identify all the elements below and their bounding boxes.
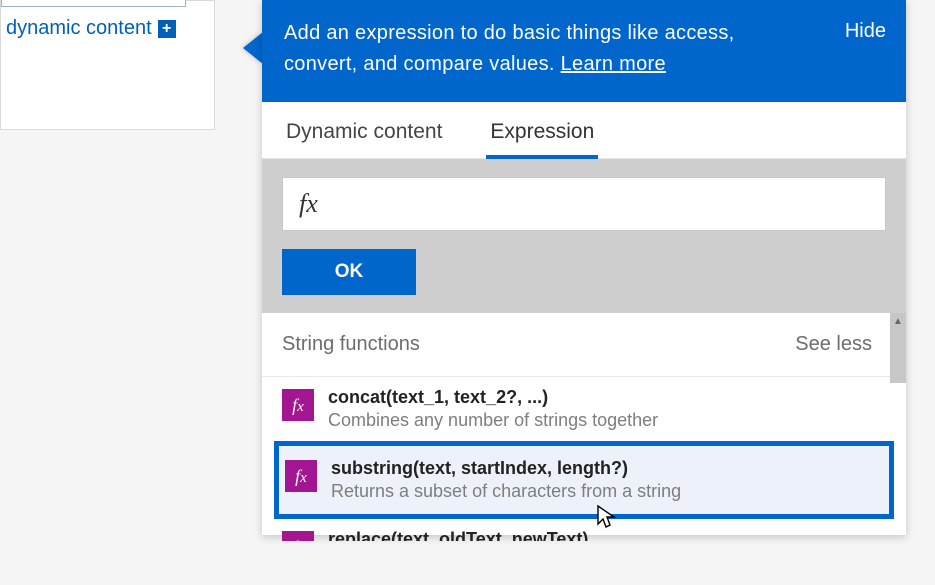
see-less-link[interactable]: See less: [795, 333, 872, 356]
function-description: Combines any number of strings together: [328, 410, 658, 431]
function-item-concat[interactable]: fx concat(text_1, text_2?, ...) Combines…: [278, 377, 890, 441]
dynamic-content-label: dynamic content: [6, 17, 152, 40]
functions-section: ▲ String functions See less fx concat(te…: [262, 313, 906, 541]
tabs: Dynamic content Expression: [262, 102, 906, 159]
flyout-header: Add an expression to do basic things lik…: [262, 0, 906, 102]
expression-input[interactable]: fx: [282, 177, 886, 231]
expression-input-area: fx OK: [262, 159, 906, 313]
hide-button[interactable]: Hide: [845, 20, 886, 43]
scroll-up-icon[interactable]: ▲: [890, 313, 906, 329]
fx-badge-icon: fx: [285, 460, 317, 492]
plus-icon[interactable]: +: [158, 20, 176, 38]
function-item-replace[interactable]: fx replace(text, oldText, newText): [278, 519, 890, 541]
section-header: String functions See less: [262, 313, 906, 377]
function-item-substring[interactable]: fx substring(text, startIndex, length?) …: [274, 441, 894, 519]
function-description: Returns a subset of characters from a st…: [331, 481, 681, 502]
scrollbar[interactable]: ▲: [890, 313, 906, 383]
add-dynamic-content-link[interactable]: dynamic content +: [6, 17, 176, 40]
function-signature: replace(text, oldText, newText): [328, 529, 588, 541]
function-signature: substring(text, startIndex, length?): [331, 458, 681, 479]
fx-badge-icon: fx: [282, 389, 314, 421]
section-title: String functions: [282, 333, 420, 356]
fx-icon: fx: [299, 189, 318, 219]
tab-dynamic-content[interactable]: Dynamic content: [286, 120, 442, 158]
fx-badge-icon: fx: [282, 531, 314, 541]
learn-more-link[interactable]: Learn more: [561, 53, 666, 75]
ok-button[interactable]: OK: [282, 249, 416, 295]
expression-flyout: Add an expression to do basic things lik…: [262, 0, 906, 535]
previous-step-card: dynamic content +: [0, 0, 215, 130]
header-description: Add an expression to do basic things lik…: [284, 18, 784, 80]
flyout-pointer: [243, 32, 263, 64]
function-list: fx concat(text_1, text_2?, ...) Combines…: [262, 377, 906, 541]
function-signature: concat(text_1, text_2?, ...): [328, 387, 658, 408]
tab-expression[interactable]: Expression: [490, 120, 594, 158]
input-slot[interactable]: [1, 0, 186, 7]
